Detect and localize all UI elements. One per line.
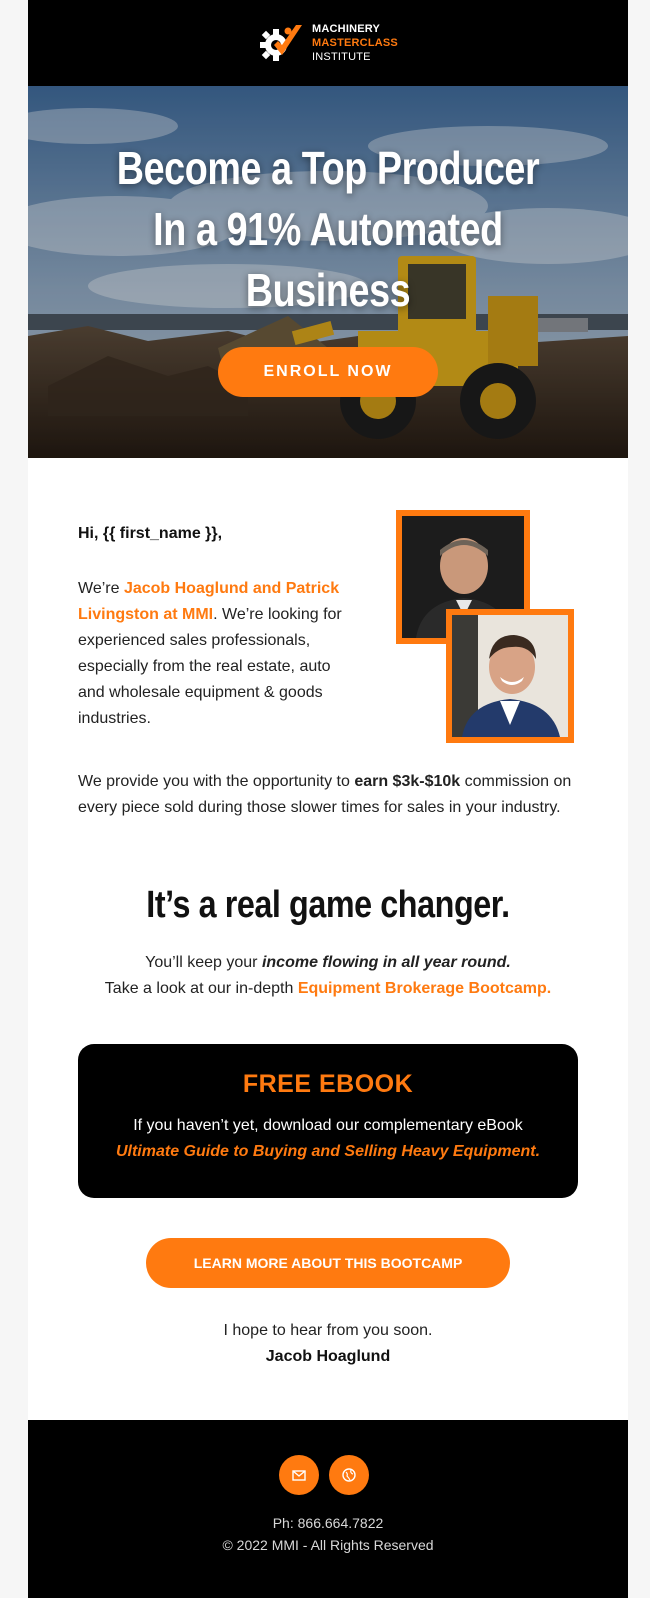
closing-text: I hope to hear from you soon. (223, 1322, 433, 1339)
free-ebook-box: FREE EBOOK If you haven’t yet, download … (78, 1044, 578, 1198)
ebook-link[interactable]: Ultimate Guide to Buying and Selling Hea… (78, 1139, 578, 1165)
ebook-title: FREE EBOOK (242, 1070, 414, 1098)
intro-rest: . We’re looking for experienced sales pr… (78, 606, 342, 727)
intro-paragraph: We’re Jacob Hoaglund and Patrick Livings… (78, 576, 358, 732)
logo-line-3: INSTITUTE (312, 51, 371, 63)
keep-emphasis: income flowing in all year round. (261, 954, 511, 971)
hero-banner: Become a Top Producer In a 91% Automated… (28, 86, 628, 458)
intro-we-re: We’re (78, 580, 124, 597)
enroll-now-button[interactable]: ENROLL NOW (218, 347, 438, 397)
mail-icon[interactable] (279, 1455, 319, 1495)
provide-earnings: earn $3k-$10k (354, 773, 461, 790)
globe-icon[interactable] (329, 1455, 369, 1495)
email-header: MACHINERY MASTERCLASS INSTITUTE (28, 0, 628, 86)
take-look-before: Take a look at our in-depth (104, 980, 298, 997)
email-container: MACHINERY MASTERCLASS INSTITUTE Become a… (28, 0, 628, 1598)
bootcamp-link[interactable]: Equipment Brokerage Bootcamp. (298, 980, 551, 997)
portrait-image (452, 615, 568, 737)
photo-patrick-livingston (446, 609, 574, 743)
footer-phone: Ph: 866.664.7822 (272, 1515, 384, 1531)
logo-line-1: MACHINERY (312, 23, 381, 35)
hero-title-line-2: In a 91% Automated (153, 203, 503, 255)
ebook-text: If you haven’t yet, download our complem… (133, 1117, 523, 1134)
opportunity-paragraph: We provide you with the opportunity to e… (78, 769, 588, 821)
game-changer-heading: It’s a real game changer. (146, 884, 510, 926)
logo-line-2: MASTERCLASS (312, 37, 398, 49)
hero-title-line-3: Business (245, 264, 411, 316)
logo[interactable]: MACHINERY MASTERCLASS INSTITUTE (258, 21, 398, 65)
email-footer: Ph: 866.664.7822 © 2022 MMI - All Rights… (28, 1420, 628, 1598)
game-changer-text: You’ll keep your income flowing in all y… (28, 950, 628, 1002)
footer-copyright: © 2022 MMI - All Rights Reserved (222, 1537, 434, 1553)
gear-checkmark-icon (258, 21, 306, 65)
keep-before: You’ll keep your (145, 954, 262, 971)
greeting: Hi, {{ first_name }}, (78, 525, 223, 542)
hero-title-line-1: Become a Top Producer (116, 142, 540, 194)
signature: Jacob Hoaglund (265, 1348, 391, 1365)
hero-title: Become a Top Producer In a 91% Automated… (82, 138, 574, 321)
learn-more-button[interactable]: LEARN MORE ABOUT THIS BOOTCAMP (146, 1238, 510, 1288)
provide-before: We provide you with the opportunity to (78, 773, 355, 790)
